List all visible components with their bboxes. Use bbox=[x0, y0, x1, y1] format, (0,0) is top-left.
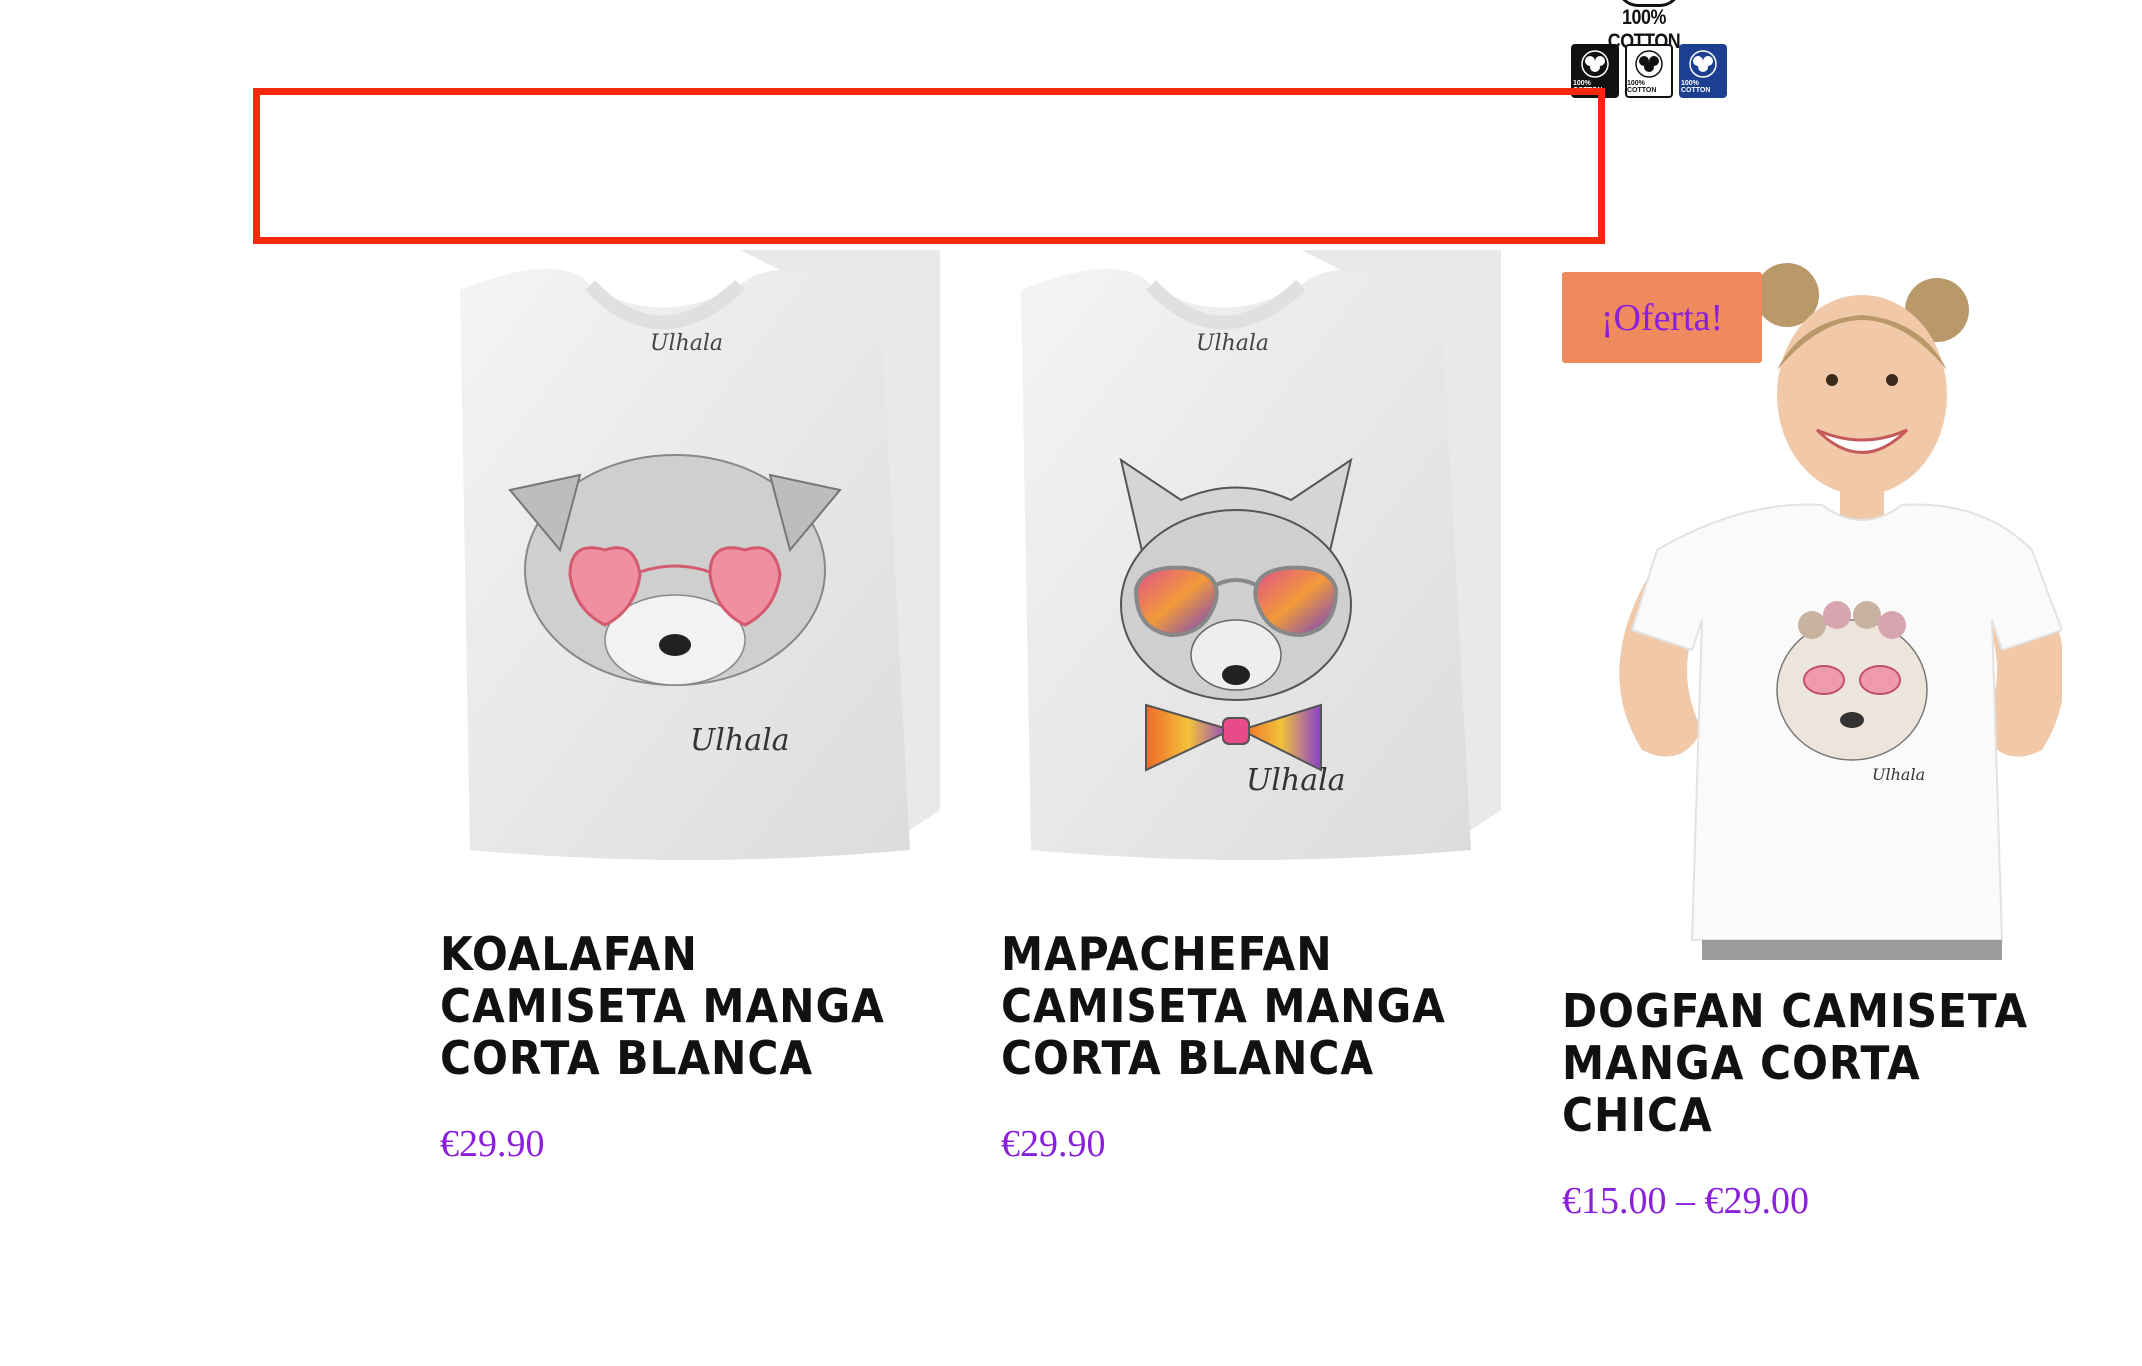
collar-label: Ulhala bbox=[1196, 331, 1269, 356]
product-card[interactable]: Ulhala Ulhala Mapachefan Camiseta Manga … bbox=[1001, 250, 1501, 1166]
product-price: €29.90 bbox=[440, 1123, 545, 1165]
product-card[interactable]: Ulhala Ulhala Koalafan Camiseta Manga Co… bbox=[440, 250, 940, 1166]
signature: Ulhala bbox=[690, 723, 790, 758]
product-title[interactable]: Dogfan Camiseta Manga Corta Chica bbox=[1562, 985, 2063, 1141]
signature: Ulhala bbox=[1246, 763, 1346, 798]
product-price: €15.00 – €29.00 bbox=[1562, 1180, 1809, 1222]
badge-label: 100% COTTON bbox=[1681, 80, 1711, 94]
collar-label: Ulhala bbox=[650, 331, 723, 356]
product-image[interactable]: Ulhala Ulhala bbox=[1001, 250, 1501, 870]
sale-badge: ¡Oferta! bbox=[1562, 272, 1762, 363]
product-card[interactable]: Ulhala ¡Oferta! Dogfan Camiseta Manga Co… bbox=[1562, 250, 2062, 1223]
product-title[interactable]: Mapachefan Camiseta Manga Corta Blanca bbox=[1001, 928, 1498, 1084]
signature: Ulhala bbox=[1872, 765, 1925, 784]
product-title[interactable]: Koalafan Camiseta Manga Corta Blanca bbox=[440, 928, 937, 1084]
cotton-flower-icon bbox=[1635, 50, 1663, 78]
badge-label: 100% COTTON bbox=[1627, 80, 1657, 94]
red-panda-tshirt-image: Ulhala Ulhala bbox=[440, 250, 940, 870]
cotton-logo: 100% COTTON 100% COTTON 100% COTTON 100%… bbox=[1565, 0, 1730, 100]
highlight-box bbox=[253, 88, 1605, 244]
product-price: €29.90 bbox=[1001, 1123, 1106, 1165]
cotton-badge-white: 100% COTTON bbox=[1625, 44, 1673, 98]
cotton-badge-blue: 100% COTTON bbox=[1679, 44, 1727, 98]
raccoon-tshirt-image: Ulhala Ulhala bbox=[1001, 250, 1501, 870]
product-image[interactable]: Ulhala Ulhala bbox=[440, 250, 940, 870]
cotton-flower-icon bbox=[1689, 50, 1717, 78]
cotton-flower-icon bbox=[1581, 50, 1609, 78]
product-image[interactable]: Ulhala ¡Oferta! bbox=[1562, 250, 2062, 960]
